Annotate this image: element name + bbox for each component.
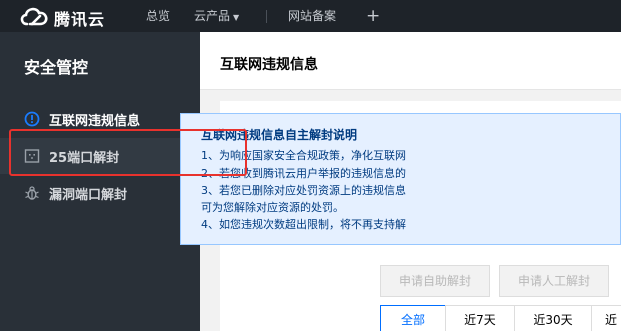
- notice-line: 可为您解除对应资源的处罚。: [201, 201, 344, 214]
- manual-unblock-button[interactable]: 申请人工解封: [499, 265, 609, 297]
- page-title: 互联网违规信息: [220, 57, 318, 73]
- highlight-box: [9, 129, 247, 176]
- self-unblock-button[interactable]: 申请自助解封: [380, 265, 490, 297]
- tab-more-range[interactable]: 近: [591, 305, 621, 331]
- chevron-down-icon: ▼: [233, 13, 240, 22]
- cloud-logo-icon: [20, 7, 48, 26]
- sidebar-item-label: 互联网违规信息: [49, 114, 141, 129]
- tab-all[interactable]: 全部: [380, 305, 446, 331]
- nav-divider: [266, 10, 267, 23]
- bug-icon: [24, 185, 40, 201]
- notice-line: 4、如您违规次数超出限制，将不再支持解: [201, 218, 406, 231]
- nav-products-label: 云产品: [194, 9, 231, 23]
- nav-products[interactable]: 云产品 ▼: [194, 0, 239, 32]
- brand-logo[interactable]: 腾讯云: [18, 4, 136, 29]
- notice-line: 3、若您已删除对应处罚资源上的违规信息: [201, 184, 406, 197]
- brand-name: 腾讯云: [54, 10, 106, 29]
- sidebar: 安全管控 互联网违规信息 25端口解封 漏洞端口解封: [0, 32, 200, 331]
- top-navigation-bar: 腾讯云 总览 云产品 ▼ 网站备案 +: [0, 0, 621, 32]
- nav-overview[interactable]: 总览: [146, 0, 170, 32]
- page-header: 互联网违规信息: [200, 32, 621, 90]
- sidebar-title: 安全管控: [24, 58, 89, 77]
- sidebar-item-label: 漏洞端口解封: [49, 188, 128, 203]
- add-shortcut-plus-icon[interactable]: +: [366, 0, 380, 32]
- nav-website-record[interactable]: 网站备案: [288, 0, 336, 32]
- alert-circle-icon: [24, 111, 40, 127]
- tab-last-7-days[interactable]: 近7天: [445, 305, 515, 331]
- sidebar-item-vulnerable-port-unblock[interactable]: 漏洞端口解封: [0, 175, 200, 211]
- tab-last-30-days[interactable]: 近30天: [514, 305, 592, 331]
